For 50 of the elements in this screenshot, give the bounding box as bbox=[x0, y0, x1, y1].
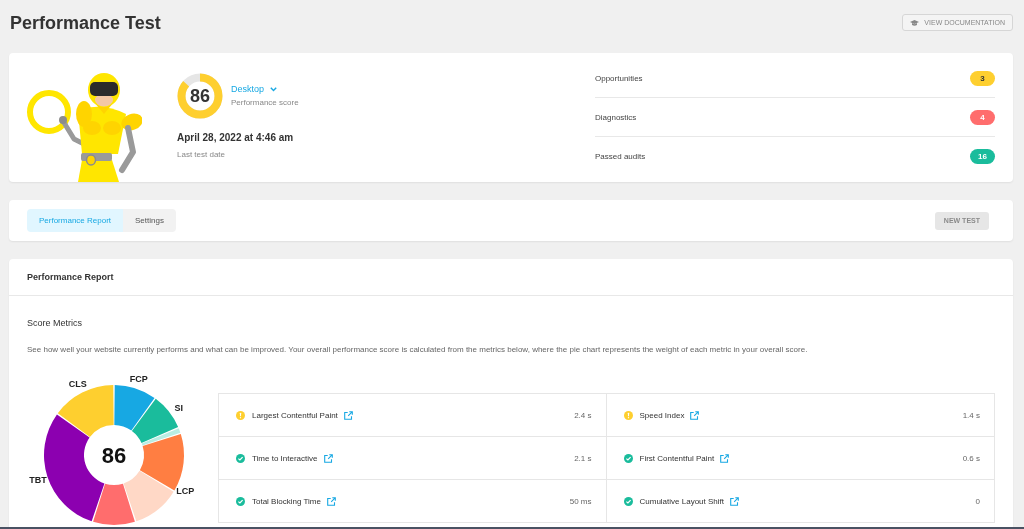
warning-icon bbox=[623, 410, 633, 420]
count-badge: 3 bbox=[970, 70, 995, 86]
metric-value: 0.6 s bbox=[962, 453, 980, 463]
check-icon bbox=[236, 453, 245, 463]
external-link-icon[interactable] bbox=[720, 453, 730, 463]
donut-score-value: 86 bbox=[101, 442, 127, 468]
score-gauge bbox=[177, 73, 223, 119]
date-label: Last test date bbox=[177, 150, 226, 160]
metric-name: Time to Interactive bbox=[252, 453, 318, 463]
check-icon bbox=[623, 496, 633, 506]
audit-label: Diagnostics bbox=[595, 112, 637, 122]
report-title: Performance Report bbox=[27, 272, 114, 282]
external-link-icon[interactable] bbox=[343, 410, 353, 420]
segment-label: CLS bbox=[68, 378, 87, 389]
metric-value: 1.4 s bbox=[962, 410, 980, 420]
check-icon bbox=[236, 496, 245, 506]
device-dropdown[interactable]: Desktop bbox=[231, 84, 278, 95]
audit-label: Opportunities bbox=[595, 73, 643, 83]
score-label: Performance score bbox=[231, 98, 299, 108]
section-title: Score Metrics bbox=[27, 318, 82, 328]
page-title: Performance Test bbox=[10, 11, 161, 34]
test-date: April 28, 2022 at 4:46 am bbox=[177, 132, 294, 144]
check-icon bbox=[623, 453, 633, 463]
metric-value: 2.1 s bbox=[574, 453, 592, 463]
segment-label: FCP bbox=[129, 373, 148, 384]
segment-label: TBT bbox=[29, 474, 47, 485]
metric-value: 50 ms bbox=[569, 496, 592, 506]
warning-icon bbox=[236, 410, 245, 420]
external-link-icon[interactable] bbox=[730, 496, 739, 506]
description: See how well your website currently performs and what can be improved. Your overall performance score is calculated from the metrics below, where the pie chart represents the weight of each metric in your overall score. bbox=[27, 345, 808, 355]
score-value: 86 bbox=[190, 87, 210, 105]
metric-name: Cumulative Layout Shift bbox=[639, 496, 724, 506]
external-link-icon[interactable] bbox=[690, 410, 700, 420]
external-link-icon[interactable] bbox=[326, 496, 336, 506]
external-link-icon[interactable] bbox=[323, 453, 333, 463]
metric-name: First Contentful Paint bbox=[639, 453, 715, 463]
chevron-down-icon bbox=[270, 87, 278, 92]
tab[interactable]: Settings bbox=[123, 209, 176, 232]
count-badge: 4 bbox=[970, 109, 995, 125]
metric-name: Largest Contentful Paint bbox=[252, 410, 338, 420]
audit-label: Passed audits bbox=[595, 151, 646, 161]
metric-name: Total Blocking Time bbox=[252, 496, 321, 506]
segment-label: LCP bbox=[176, 486, 195, 497]
tab[interactable]: Performance Report bbox=[27, 209, 124, 232]
count-badge: 16 bbox=[970, 148, 995, 164]
segment-label: SI bbox=[174, 403, 183, 413]
metric-value: 2.4 s bbox=[574, 410, 592, 420]
metric-value: 0 bbox=[975, 496, 980, 506]
metric-name: Speed Index bbox=[639, 410, 685, 420]
graduation-cap-icon bbox=[910, 19, 920, 26]
